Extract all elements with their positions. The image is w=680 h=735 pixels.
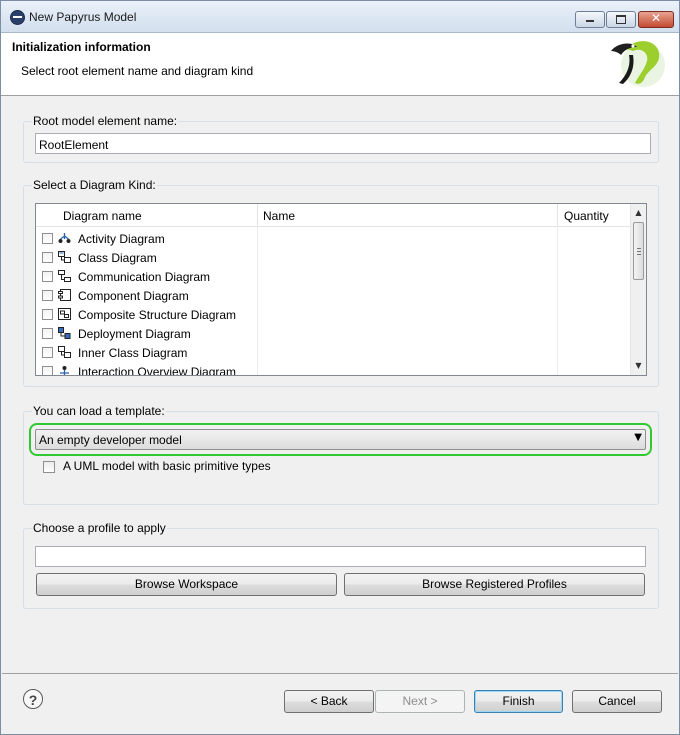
table-scrollbar[interactable]: ▲ ▼ (630, 204, 646, 375)
template-label: You can load a template: (32, 404, 166, 418)
grip-line (637, 251, 641, 252)
close-button[interactable]: ✕ (638, 11, 674, 28)
row-label: Component Diagram (78, 289, 189, 303)
diagram-checkbox[interactable] (42, 252, 53, 263)
diagram-checkbox[interactable] (42, 328, 53, 339)
scroll-up-arrow-icon[interactable]: ▲ (631, 205, 646, 221)
class-diagram-icon (58, 251, 71, 263)
browse-workspace-button[interactable]: Browse Workspace (36, 573, 337, 596)
row-label: Composite Structure Diagram (78, 308, 237, 322)
row-label: Interaction Overview Diagram (78, 365, 237, 376)
composite-structure-diagram-icon (58, 308, 71, 320)
cancel-button[interactable]: Cancel (572, 690, 662, 713)
root-element-label: Root model element name: (32, 114, 179, 128)
diagram-checkbox[interactable] (42, 347, 53, 358)
profile-input[interactable] (35, 546, 646, 567)
table-row[interactable]: Activity Diagram (36, 229, 630, 248)
header-subtitle: Select root element name and diagram kin… (21, 64, 254, 78)
header-title: Initialization information (12, 40, 151, 54)
column-divider[interactable] (257, 204, 258, 226)
table-row[interactable]: Deployment Diagram (36, 324, 630, 343)
close-icon: ✕ (650, 11, 662, 25)
scrollbar-thumb[interactable] (633, 222, 644, 280)
column-divider[interactable] (557, 204, 558, 226)
diagram-checkbox[interactable] (42, 366, 53, 375)
minimize-icon (586, 20, 594, 22)
back-button[interactable]: < Back (284, 690, 374, 713)
diagram-checkbox[interactable] (42, 271, 53, 282)
primitive-types-checkbox[interactable] (43, 461, 55, 473)
row-label: Inner Class Diagram (78, 346, 188, 360)
table-row[interactable]: Communication Diagram (36, 267, 630, 286)
profile-group: Choose a profile to apply (23, 521, 659, 609)
column-header-quantity[interactable]: Quantity (564, 209, 609, 223)
grip-line (637, 254, 641, 255)
table-header: Diagram name Name Quantity (36, 204, 630, 227)
dropdown-arrow-icon[interactable]: ▼ (634, 432, 642, 443)
eclipse-app-icon (10, 10, 25, 25)
papyrus-logo-icon (611, 41, 665, 87)
title-bar[interactable]: New Papyrus Model ✕ (1, 1, 679, 33)
table-row[interactable]: Composite Structure Diagram (36, 305, 630, 324)
scroll-down-arrow-icon[interactable]: ▼ (631, 358, 646, 374)
communication-diagram-icon (58, 270, 71, 282)
component-diagram-icon (58, 289, 71, 301)
activity-diagram-icon (58, 233, 71, 243)
deployment-diagram-icon (58, 327, 71, 339)
row-label: Class Diagram (78, 251, 157, 265)
wizard-header: Initialization information Select root e… (1, 33, 679, 96)
finish-button[interactable]: Finish (474, 690, 563, 713)
inner-class-diagram-icon (58, 346, 71, 358)
window-title: New Papyrus Model (29, 10, 137, 24)
minimize-button[interactable] (575, 11, 605, 28)
maximize-icon (616, 15, 626, 24)
grip-line (637, 248, 641, 249)
footer-divider (2, 673, 678, 674)
table-row[interactable]: Class Diagram (36, 248, 630, 267)
interaction-overview-diagram-icon (60, 366, 69, 375)
browse-registered-profiles-button[interactable]: Browse Registered Profiles (344, 573, 645, 596)
profile-label: Choose a profile to apply (32, 521, 167, 535)
primitive-types-label[interactable]: A UML model with basic primitive types (63, 459, 271, 473)
table-row[interactable]: Interaction Overview Diagram (36, 362, 630, 376)
maximize-button[interactable] (606, 11, 636, 28)
help-icon[interactable]: ? (23, 689, 43, 709)
diagram-kind-label: Select a Diagram Kind: (32, 178, 157, 192)
template-selected-value: An empty developer model (39, 433, 182, 447)
column-header-name[interactable]: Name (263, 209, 295, 223)
diagram-kind-table: Diagram name Name Quantity Activity Diag… (35, 203, 647, 376)
row-label: Activity Diagram (78, 232, 165, 246)
table-row[interactable]: Inner Class Diagram (36, 343, 630, 362)
row-label: Communication Diagram (78, 270, 211, 284)
diagram-checkbox[interactable] (42, 309, 53, 320)
column-header-diagram-name[interactable]: Diagram name (63, 209, 142, 223)
template-select[interactable]: An empty developer model ▼ (35, 429, 646, 450)
diagram-checkbox[interactable] (42, 233, 53, 244)
new-papyrus-model-dialog: New Papyrus Model ✕ Initialization infor… (0, 0, 680, 735)
row-label: Deployment Diagram (78, 327, 191, 341)
diagram-checkbox[interactable] (42, 290, 53, 301)
next-button[interactable]: Next > (375, 690, 465, 713)
table-row[interactable]: Component Diagram (36, 286, 630, 305)
root-element-input[interactable] (35, 133, 651, 154)
